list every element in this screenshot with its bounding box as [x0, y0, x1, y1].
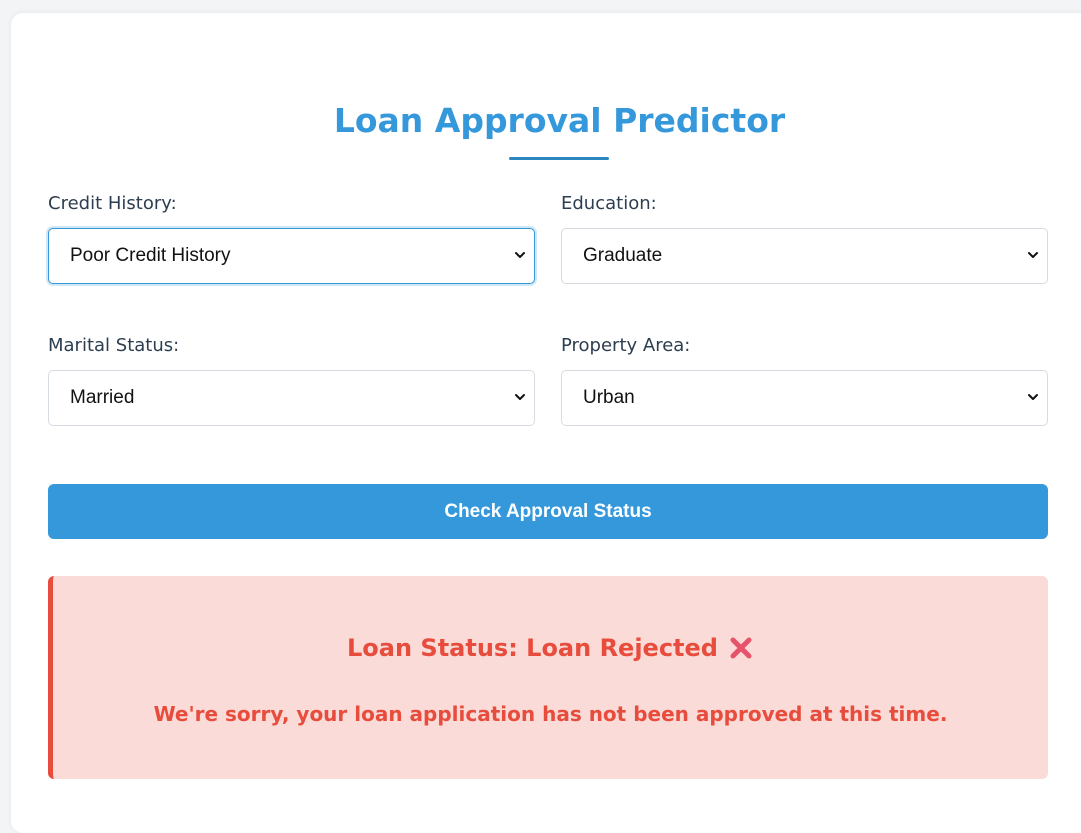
credit-history-select[interactable]: Poor Credit History	[48, 228, 535, 284]
form-card: Loan Approval Predictor Credit History: …	[11, 13, 1081, 833]
chevron-down-icon	[515, 252, 525, 258]
property-area-label: Property Area:	[561, 335, 691, 356]
marital-status-select[interactable]: Married	[48, 370, 535, 426]
chevron-down-icon	[1028, 252, 1038, 258]
cross-mark-icon	[730, 637, 752, 659]
marital-status-value: Married	[70, 387, 135, 408]
page-title: Loan Approval Predictor	[333, 101, 786, 140]
chevron-down-icon	[1028, 394, 1038, 400]
chevron-down-icon	[515, 394, 525, 400]
title-underline	[509, 157, 609, 160]
result-message: We're sorry, your loan application has n…	[153, 702, 948, 726]
credit-history-label: Credit History:	[48, 193, 177, 214]
marital-status-label: Marital Status:	[48, 335, 180, 356]
education-value: Graduate	[583, 245, 663, 266]
loan-status: Loan Status: Loan Rejected	[53, 634, 1048, 662]
credit-history-value: Poor Credit History	[70, 245, 231, 266]
result-panel: Loan Status: Loan Rejected We're sorry, …	[48, 576, 1048, 779]
property-area-value: Urban	[583, 387, 635, 408]
loan-status-text: Loan Status: Loan Rejected	[346, 634, 718, 662]
education-select[interactable]: Graduate	[561, 228, 1048, 284]
property-area-select[interactable]: Urban	[561, 370, 1048, 426]
education-label: Education:	[561, 193, 657, 214]
check-approval-button[interactable]: Check Approval Status	[48, 484, 1048, 539]
